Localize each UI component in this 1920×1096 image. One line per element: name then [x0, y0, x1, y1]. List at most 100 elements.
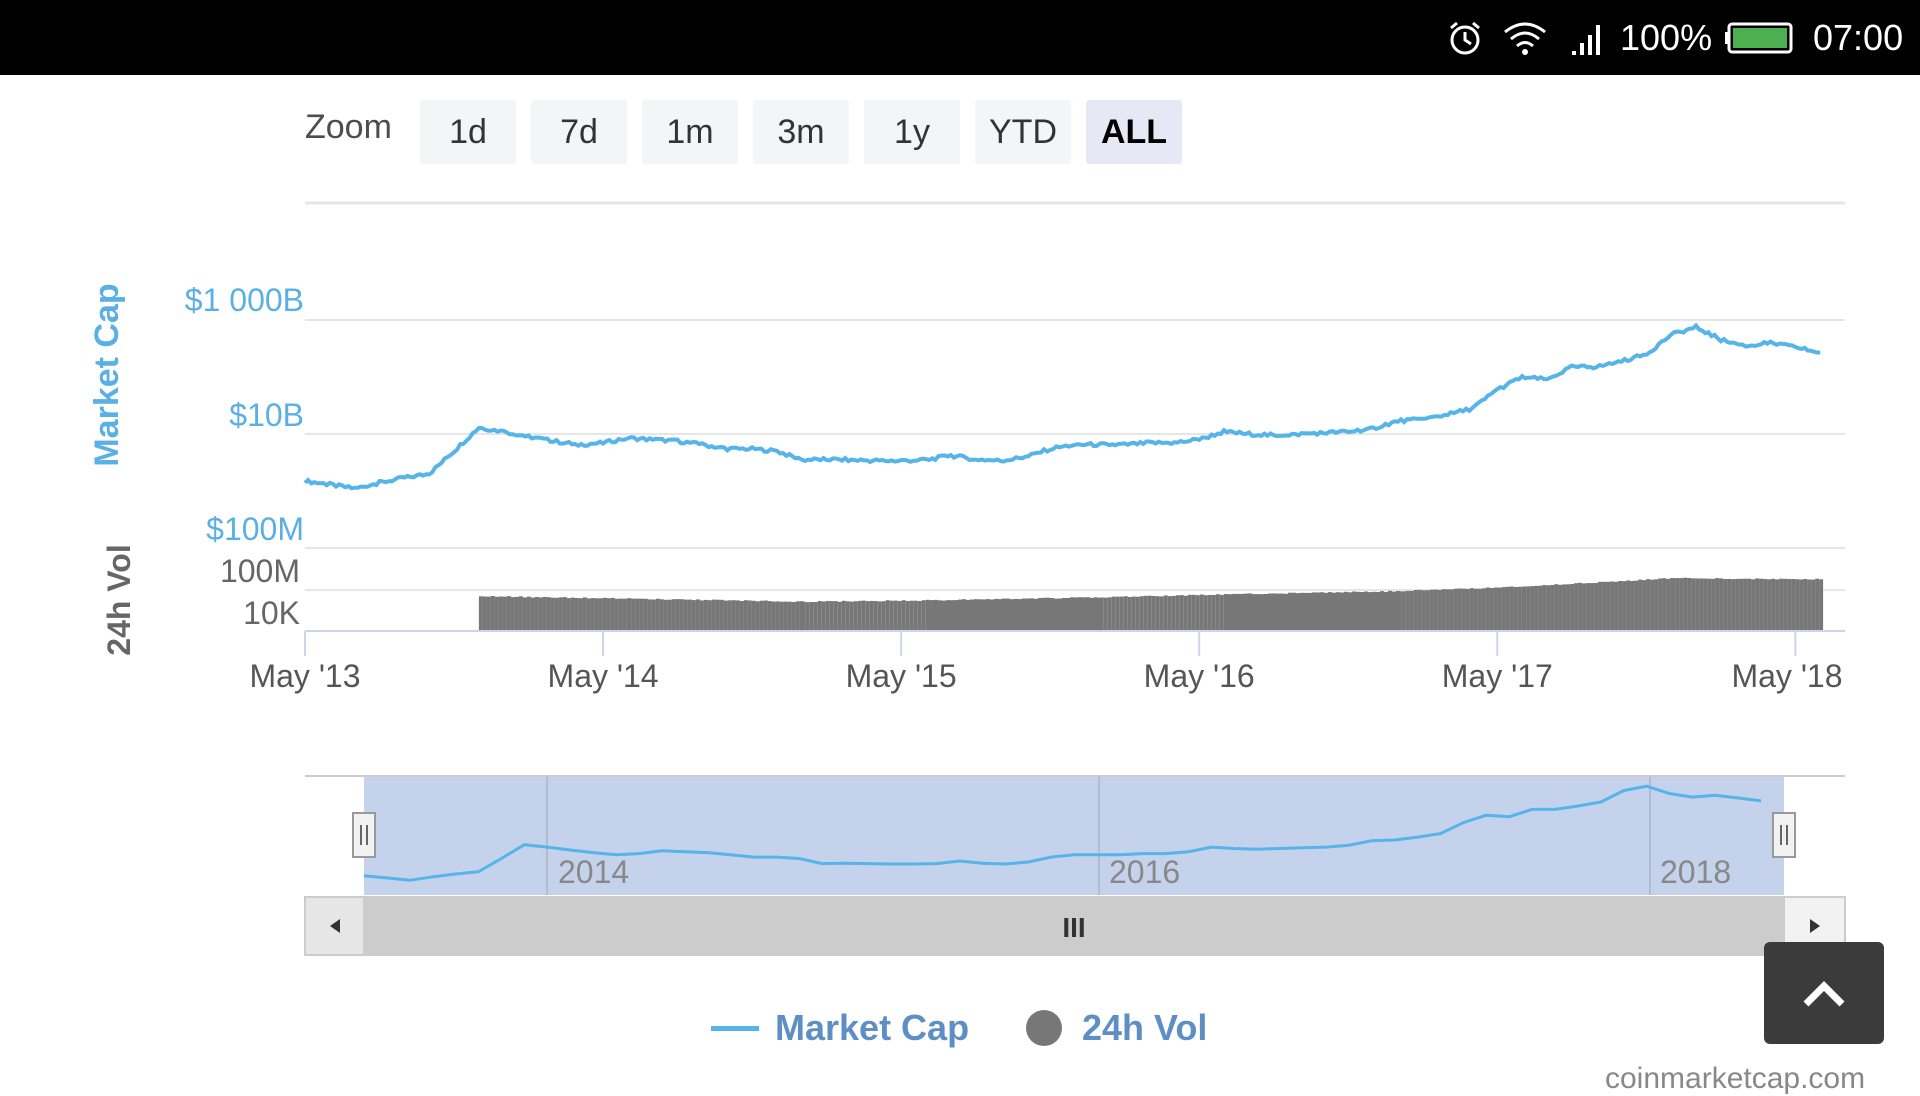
volume-bar: [731, 600, 736, 631]
volume-bar: [1695, 578, 1700, 631]
volume-bar: [1300, 592, 1304, 631]
volume-bar: [663, 599, 668, 631]
volume-bar: [1735, 578, 1740, 631]
volume-bar: [897, 601, 902, 631]
volume-bar: [1618, 581, 1623, 631]
scroll-left-button[interactable]: [304, 896, 365, 956]
volume-bar: [1578, 582, 1583, 631]
volume-bar: [1622, 581, 1627, 631]
volume-bar: [1747, 578, 1752, 631]
volume-bar: [990, 599, 994, 631]
volume-bar: [1123, 596, 1128, 631]
legend-item-market-cap[interactable]: Market Cap: [711, 1007, 969, 1049]
volume-bar: [1779, 578, 1784, 631]
volume-bar: [982, 599, 986, 631]
volume-bar: [675, 599, 680, 631]
volume-bar: [901, 600, 906, 631]
volume-bar: [1703, 578, 1708, 631]
volume-bar: [1602, 581, 1607, 631]
legend-item-volume[interactable]: 24h Vol: [1026, 1007, 1207, 1049]
volume-bar: [1368, 592, 1372, 631]
volume-bar: [787, 601, 792, 631]
volume-bar: [877, 601, 882, 631]
volume-bar: [767, 601, 772, 631]
volume-bar: [1340, 592, 1344, 631]
volume-bar: [1054, 598, 1058, 631]
volume-bar: [1296, 593, 1300, 631]
volume-bar: [1590, 583, 1595, 631]
volume-bar: [986, 599, 990, 631]
volume-bar: [719, 599, 724, 631]
volume-bar: [779, 601, 784, 631]
volume-bar: [1272, 593, 1276, 631]
volume-bar: [534, 597, 539, 631]
volume-bar: [849, 601, 854, 631]
volume-bar: [1203, 595, 1208, 631]
navigator-tick-label: 2016: [1109, 854, 1180, 890]
volume-bar: [1078, 597, 1082, 631]
volume-bar: [1207, 594, 1212, 631]
volume-bar: [1167, 596, 1172, 631]
volume-bar: [869, 600, 874, 631]
volume-bar: [554, 597, 559, 631]
volume-bar: [506, 596, 511, 631]
y-axis-title: Market Cap: [88, 283, 126, 466]
volume-bar: [1256, 594, 1260, 631]
volume-bar: [1707, 578, 1712, 631]
volume-bar: [639, 598, 644, 631]
volume-bar: [1751, 579, 1756, 631]
volume-bar: [747, 600, 752, 631]
volume-bar: [1171, 595, 1176, 631]
volume-bar: [1646, 579, 1651, 631]
volume-bar: [1228, 594, 1232, 631]
volume-bar: [1509, 586, 1514, 631]
volume-bar: [821, 601, 826, 631]
volume-bar: [1497, 587, 1502, 631]
volume-bar: [1634, 580, 1639, 631]
x-ticks: May '13 May '14 May '15 May '16 May '17 May '…: [249, 631, 1843, 694]
volume-bar: [1058, 598, 1062, 631]
volume-bar: [1807, 579, 1812, 631]
volume-bar: [1743, 578, 1748, 631]
volume-bar: [1268, 593, 1272, 631]
volume-bar: [1662, 578, 1667, 631]
vol-tick-label: 100M: [220, 553, 300, 589]
volume-bar: [1526, 586, 1531, 631]
volume-bar: [667, 599, 672, 631]
volume-bar: [1413, 590, 1418, 631]
volume-bar: [711, 599, 716, 631]
volume-bar: [865, 601, 870, 631]
volume-bar: [1437, 589, 1442, 631]
volume-bar: [578, 598, 583, 631]
navigator-left-handle[interactable]: [352, 812, 376, 858]
volume-bar: [1775, 579, 1780, 631]
navigator-right-handle[interactable]: [1772, 812, 1796, 858]
volume-bar: [606, 598, 611, 631]
volume-bar: [1453, 588, 1458, 631]
volume-bar: [917, 601, 922, 631]
volume-bar: [1155, 596, 1160, 631]
volume-bar: [1642, 580, 1647, 631]
volume-bar: [1626, 580, 1631, 631]
volume-bar: [679, 599, 684, 631]
volume-bar: [751, 600, 756, 631]
volume-bar: [1364, 591, 1368, 631]
footer-credit[interactable]: coinmarketcap.com: [1605, 1062, 1865, 1096]
volume-bar: [881, 601, 886, 631]
volume-bar: [1002, 598, 1006, 631]
scroll-to-top-button[interactable]: [1764, 942, 1884, 1044]
volume-bar: [783, 601, 788, 631]
volume-bar: [1103, 597, 1108, 631]
volume-bar: [707, 600, 712, 631]
volume-bar: [1344, 591, 1348, 631]
volume-bar: [1252, 594, 1256, 631]
volume-bar: [893, 600, 898, 631]
volume-bar: [1276, 593, 1280, 631]
volume-bar: [1280, 593, 1284, 631]
volume-bar: [994, 598, 998, 631]
market-cap-line[interactable]: [303, 322, 1821, 491]
volume-bar: [905, 601, 910, 631]
volume-bar: [1348, 592, 1352, 631]
volume-bar: [1562, 584, 1567, 631]
volume-bar: [1107, 597, 1112, 631]
